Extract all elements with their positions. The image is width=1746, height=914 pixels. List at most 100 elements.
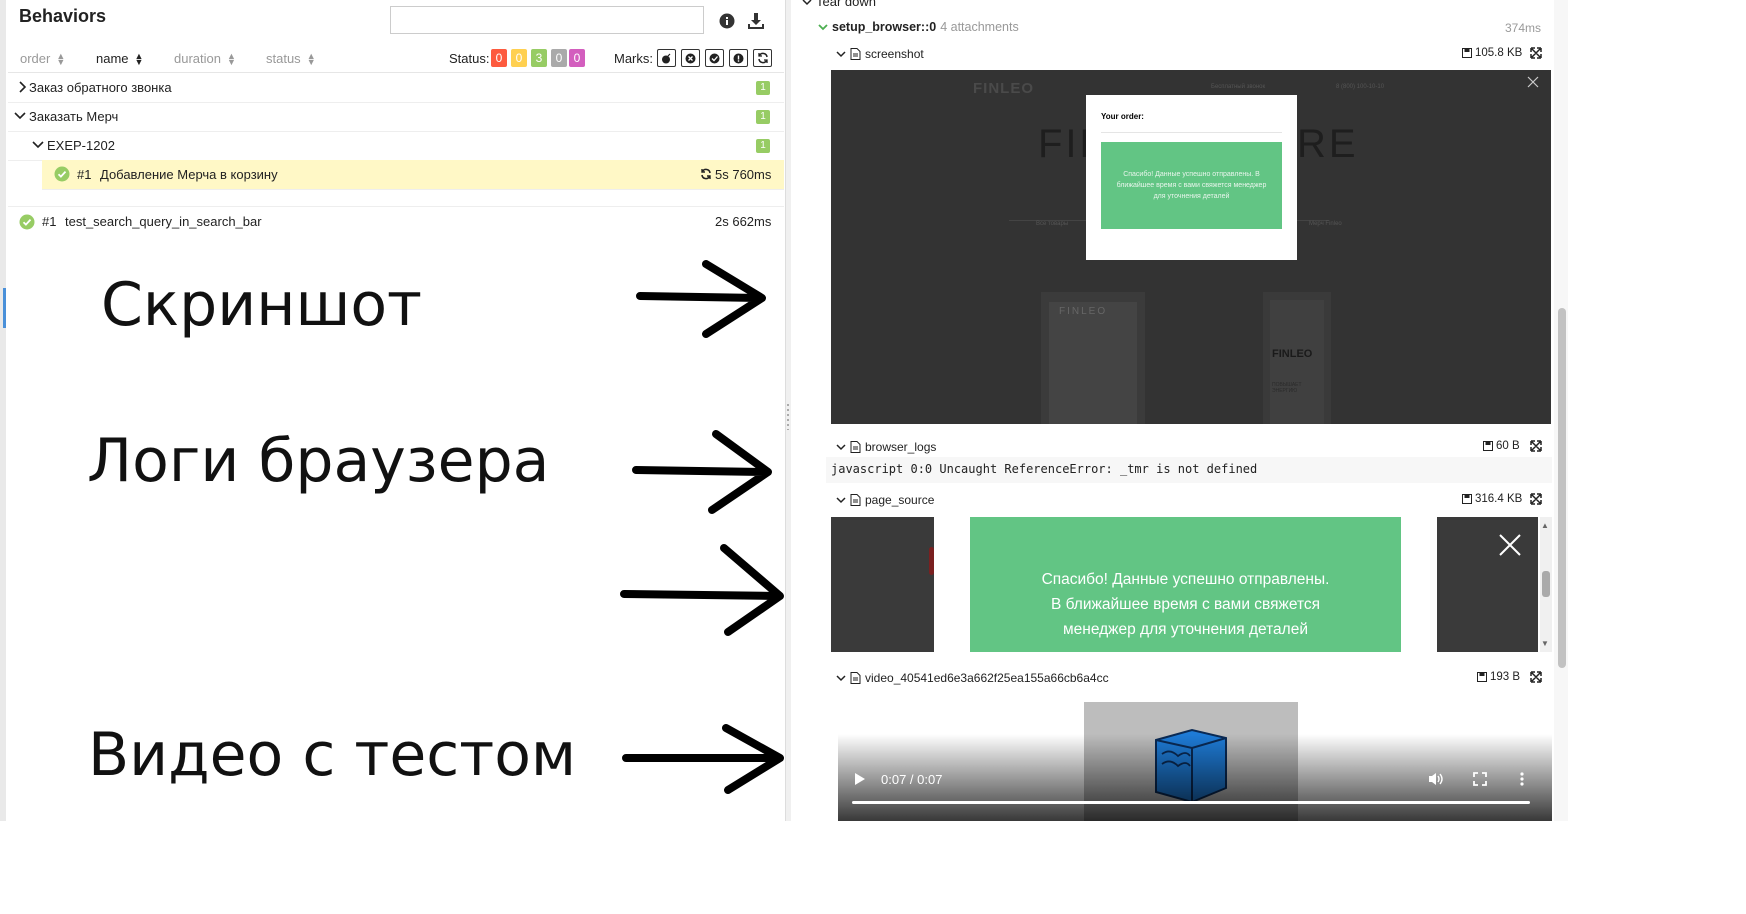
page-overlay-left bbox=[831, 517, 934, 652]
sort-duration[interactable]: duration ▲ ▼ bbox=[174, 50, 236, 67]
new-failed-icon[interactable] bbox=[681, 49, 700, 67]
annotation-browser-logs: Логи браузера bbox=[87, 426, 550, 496]
test-name: test_search_query_in_search_bar bbox=[65, 214, 262, 229]
success-line-3: менеджер для уточнения деталей bbox=[1062, 621, 1308, 638]
page-title: Behaviors bbox=[19, 6, 107, 26]
tree-subgroup-label: EXEP-1202 bbox=[47, 138, 115, 153]
attachment-video-header[interactable]: video_40541ed6e3a662f25ea155a66cb6a4cc bbox=[836, 671, 1109, 685]
right-panel-scroll-thumb[interactable] bbox=[1558, 308, 1566, 668]
sort-name[interactable]: name ▲ ▼ bbox=[96, 51, 143, 66]
more-options-icon[interactable] bbox=[1519, 771, 1525, 787]
browser-log-line: javascript 0:0 Uncaught ReferenceError: … bbox=[831, 462, 1258, 476]
close-icon[interactable] bbox=[1527, 76, 1539, 88]
save-icon bbox=[1462, 48, 1472, 58]
attachment-name: screenshot bbox=[865, 47, 924, 61]
passed-count-badge: 1 bbox=[756, 81, 770, 95]
sort-order-label: order bbox=[20, 51, 51, 66]
attachment-size-value: 193 B bbox=[1490, 671, 1521, 683]
status-failed-badge[interactable]: 0 bbox=[491, 49, 507, 67]
chevron-down-icon bbox=[836, 444, 846, 451]
file-icon bbox=[850, 494, 861, 506]
page-source-scrollbar[interactable]: ▲ ▼ bbox=[1540, 517, 1552, 652]
scroll-up-icon[interactable]: ▲ bbox=[1541, 521, 1549, 530]
status-skipped-badge[interactable]: 0 bbox=[551, 49, 567, 67]
tree-group-label: Заказ обратного звонка bbox=[29, 80, 172, 95]
retries-changed-icon[interactable] bbox=[753, 49, 772, 67]
success-line-2: В ближайшее время с вами свяжется bbox=[1050, 596, 1321, 613]
teardown-header[interactable]: Tear down bbox=[802, 0, 876, 9]
attachment-screenshot-header[interactable]: screenshot bbox=[836, 47, 924, 61]
expand-icon[interactable] bbox=[1530, 440, 1542, 452]
step-setup-browser[interactable]: setup_browser::0 4 attachments bbox=[818, 20, 1019, 34]
attachment-size-value: 105.8 KB bbox=[1475, 47, 1523, 59]
status-passed-badge[interactable]: 3 bbox=[531, 49, 547, 67]
sort-status-label: status bbox=[266, 51, 301, 66]
attachment-page-source-header[interactable]: page_source bbox=[836, 493, 934, 507]
test-row-selected[interactable]: #1 Добавление Мерча в корзину 5s 760ms bbox=[42, 160, 784, 190]
site-tab-merch: Мерч Finleo bbox=[1309, 221, 1342, 227]
passed-count-badge: 1 bbox=[756, 139, 770, 153]
annotation-screenshot: Скриншот bbox=[101, 270, 423, 340]
step-duration: 374ms bbox=[1505, 21, 1542, 35]
video-player[interactable]: 0:07 / 0:07 bbox=[838, 702, 1552, 821]
status-unknown-badge[interactable]: 0 bbox=[569, 49, 585, 67]
flaky-bomb-icon[interactable] bbox=[657, 49, 676, 67]
product-brand: FINLEO bbox=[1059, 306, 1108, 317]
test-row[interactable]: #1 test_search_query_in_search_bar 2s 66… bbox=[8, 206, 784, 235]
chevron-down-icon bbox=[802, 0, 812, 5]
passed-count-badge: 1 bbox=[756, 110, 770, 124]
sort-arrows-icon: ▲ ▼ bbox=[226, 50, 236, 67]
attachment-size: 105.8 KB bbox=[1462, 47, 1522, 59]
video-controls-gradient bbox=[838, 734, 1552, 821]
new-broken-icon[interactable] bbox=[729, 49, 748, 67]
site-tab-all: Все товары bbox=[1036, 221, 1069, 227]
file-icon bbox=[850, 441, 861, 453]
save-icon bbox=[1477, 672, 1487, 682]
status-broken-badge[interactable]: 0 bbox=[511, 49, 527, 67]
attachment-size: 316.4 KB bbox=[1462, 493, 1522, 505]
attachment-browser-logs-header[interactable]: browser_logs bbox=[836, 440, 936, 454]
sort-status[interactable]: status ▲ ▼ bbox=[266, 51, 316, 66]
scroll-thumb[interactable] bbox=[1542, 571, 1550, 597]
sidebar-active-indicator bbox=[3, 288, 6, 328]
product-card-notebook: FINLEO bbox=[1041, 292, 1145, 424]
play-icon[interactable] bbox=[854, 772, 866, 786]
expand-icon[interactable] bbox=[1530, 671, 1542, 683]
attachment-name: page_source bbox=[865, 493, 935, 507]
left-sidebar-edge bbox=[0, 0, 6, 821]
close-icon[interactable] bbox=[1499, 534, 1521, 556]
arrow-right-icon bbox=[622, 724, 784, 794]
chevron-down-icon bbox=[836, 51, 846, 58]
video-progress-bar[interactable] bbox=[852, 801, 1530, 804]
file-icon bbox=[850, 672, 861, 684]
attachment-name: browser_logs bbox=[865, 440, 937, 454]
modal-success-message: Спасибо! Данные успешно отправлены. В бл… bbox=[1101, 142, 1282, 229]
expand-icon[interactable] bbox=[1530, 47, 1542, 59]
attachment-size: 60 B bbox=[1483, 440, 1520, 452]
attachment-name: video_40541ed6e3a662f25ea155a66cb6a4cc bbox=[865, 671, 1109, 685]
test-duration: 2s 662ms bbox=[715, 214, 772, 229]
tree-subgroup-exep[interactable]: EXEP-1202 1 bbox=[8, 131, 784, 161]
sort-arrows-icon: ▲ ▼ bbox=[134, 50, 144, 67]
sort-order[interactable]: order ▲ ▼ bbox=[20, 51, 65, 66]
page-source-preview[interactable]: Спасибо! Данные успешно отправлены. В бл… bbox=[831, 517, 1538, 652]
passed-check-icon bbox=[19, 214, 35, 230]
tree-group-merch[interactable]: Заказать Мерч 1 bbox=[8, 102, 784, 132]
search-input[interactable] bbox=[390, 6, 704, 34]
retry-icon bbox=[701, 168, 711, 180]
chevron-down-icon bbox=[32, 141, 44, 149]
info-icon[interactable] bbox=[718, 12, 736, 30]
screenshot-preview[interactable]: FINLEO Бесплатный звонок 8 (800) 100-10-… bbox=[831, 70, 1551, 424]
download-icon[interactable] bbox=[746, 11, 766, 31]
scroll-down-icon[interactable]: ▼ bbox=[1541, 639, 1549, 648]
expand-icon[interactable] bbox=[1530, 493, 1542, 505]
test-duration: 5s 760ms bbox=[715, 167, 772, 182]
attachment-size-value: 60 B bbox=[1496, 440, 1520, 452]
volume-icon[interactable] bbox=[1428, 771, 1444, 787]
fullscreen-icon[interactable] bbox=[1473, 772, 1487, 786]
chevron-down-icon bbox=[818, 24, 828, 31]
tree-group-callback[interactable]: Заказ обратного звонка 1 bbox=[8, 73, 784, 103]
new-passed-icon[interactable] bbox=[705, 49, 724, 67]
status-filter-label: Status: bbox=[449, 51, 490, 66]
sort-duration-label: duration bbox=[174, 51, 221, 66]
